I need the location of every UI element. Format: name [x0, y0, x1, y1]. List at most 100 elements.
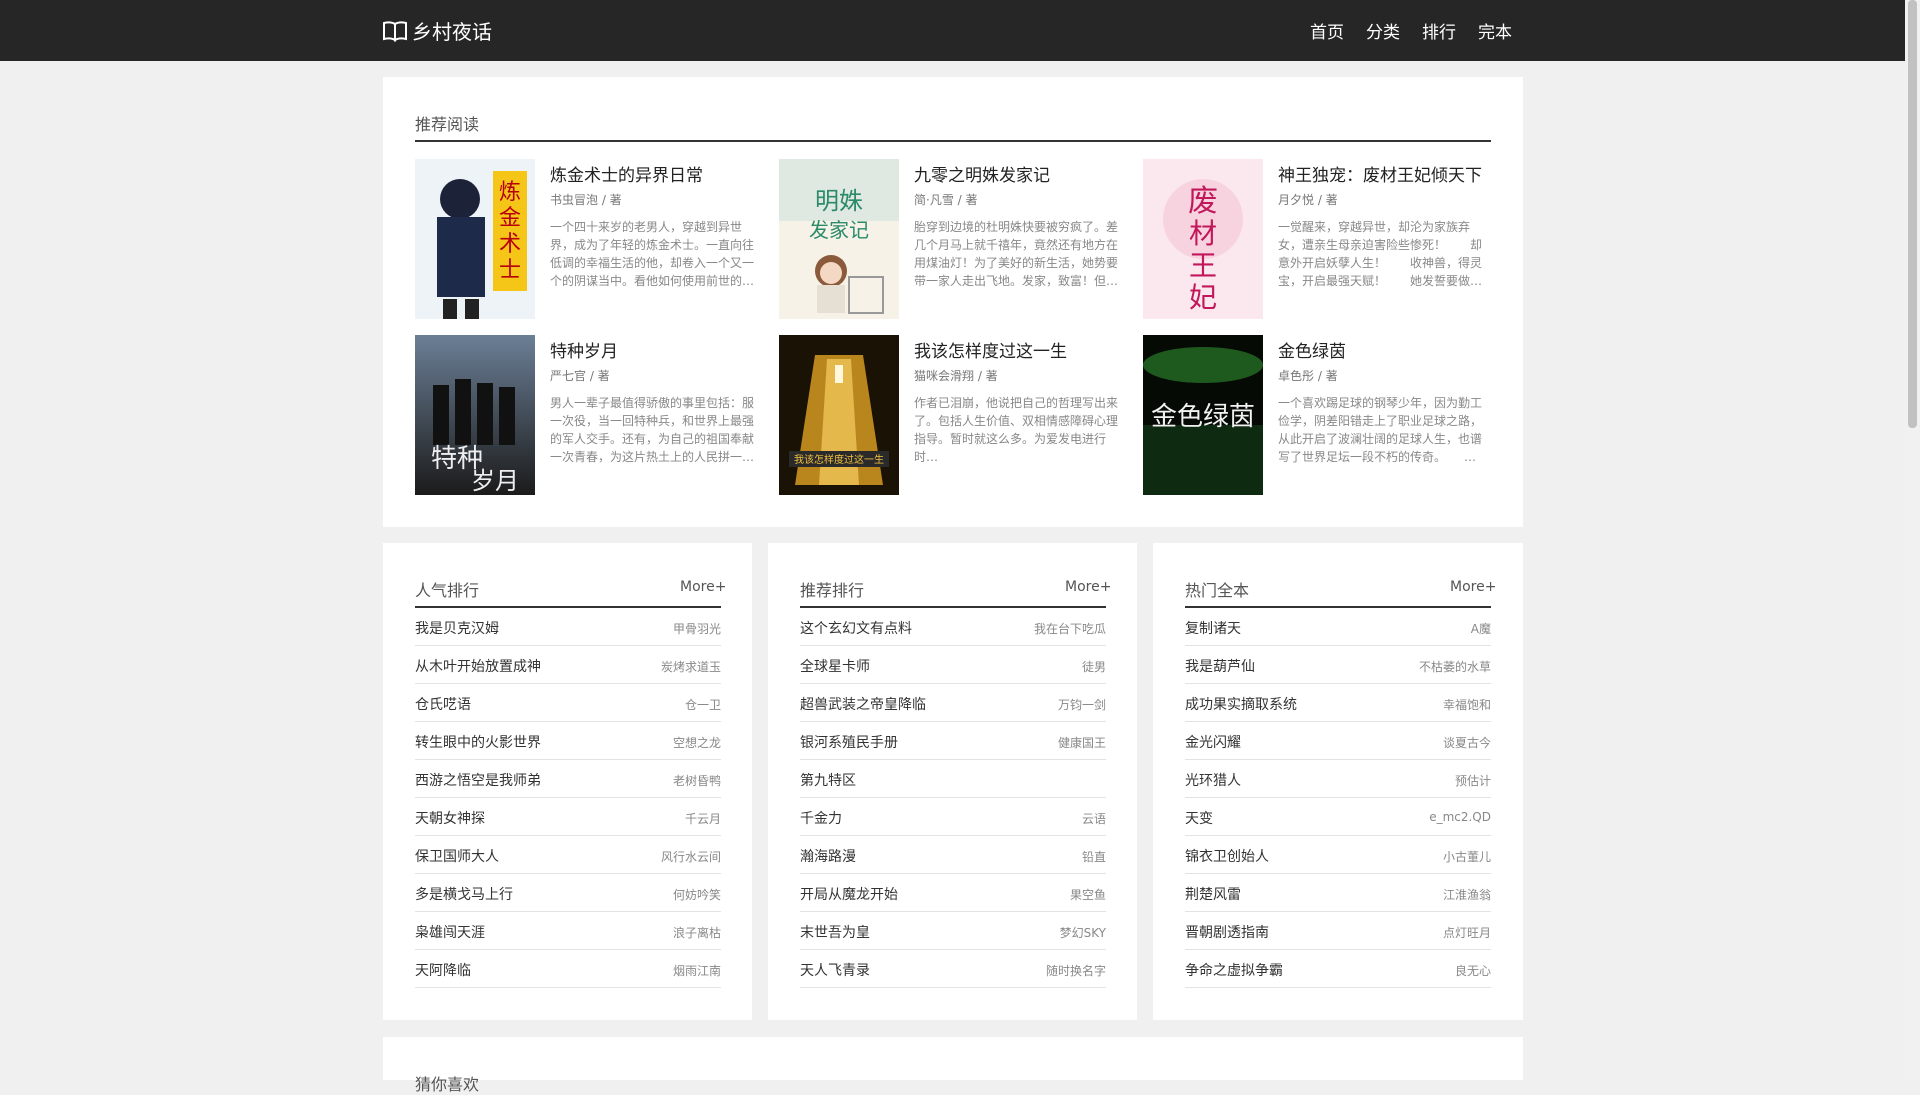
book-description: 一觉醒来，穿越异世，却沦为家族弃女，遭亲生母亲迫害险些惨死！ 却意外开启妖孽人生…	[1278, 220, 1483, 288]
list-item[interactable]: 超兽武装之帝皇降临 万钧一剑	[800, 684, 1106, 722]
list-item[interactable]: 我是葫芦仙 不枯萎的水草	[1185, 646, 1491, 684]
list-item[interactable]: 从木叶开始放置成神 炭烤求道玉	[415, 646, 721, 684]
list-item[interactable]: 末世吾为皇 梦幻SKY	[800, 912, 1106, 950]
list-item[interactable]: 成功果实摘取系统 幸福饱和	[1185, 684, 1491, 722]
list-item[interactable]: 转生眼中的火影世界 空想之龙	[415, 722, 721, 760]
book-name[interactable]: 天变	[1185, 808, 1213, 828]
book-author: 严七官 / 著	[550, 369, 610, 383]
book-name[interactable]: 成功果实摘取系统	[1185, 694, 1297, 714]
nav-home[interactable]: 首页	[1310, 18, 1366, 43]
popular-ranking-title: 人气排行	[415, 581, 480, 600]
book-name[interactable]: 超兽武装之帝皇降临	[800, 694, 926, 714]
book-name[interactable]: 转生眼中的火影世界	[415, 732, 541, 752]
nav-ranking[interactable]: 排行	[1422, 18, 1478, 43]
book-name[interactable]: 这个玄幻文有点料	[800, 618, 912, 638]
list-item[interactable]: 银河系殖民手册 健康国王	[800, 722, 1106, 760]
book-name[interactable]: 保卫国师大人	[415, 846, 499, 866]
book-cover[interactable]: 特种 岁月	[415, 335, 535, 495]
book-name[interactable]: 我是贝克汉姆	[415, 618, 499, 638]
book-name[interactable]: 仓氏呓语	[415, 694, 471, 714]
book-author: 书虫冒泡 / 著	[550, 193, 622, 207]
svg-text:炼: 炼	[499, 180, 521, 205]
book-author: 千云月	[684, 812, 721, 826]
list-item[interactable]: 多是横戈马上行 何妨吟笑	[415, 874, 721, 912]
book-name[interactable]: 银河系殖民手册	[800, 732, 898, 752]
book-name[interactable]: 锦衣卫创始人	[1185, 846, 1269, 866]
book-name[interactable]: 开局从魔龙开始	[800, 884, 898, 904]
list-item[interactable]: 这个玄幻文有点料 我在台下吃瓜	[800, 608, 1106, 646]
book-name[interactable]: 我是葫芦仙	[1185, 656, 1255, 676]
book-name[interactable]: 瀚海路漫	[800, 846, 856, 866]
list-item[interactable]: 金光闪耀 谈夏古今	[1185, 722, 1491, 760]
list-item[interactable]: 锦衣卫创始人 小古董儿	[1185, 836, 1491, 874]
book-name[interactable]: 第九特区	[800, 770, 856, 790]
list-item[interactable]: 仓氏呓语 仓一卫	[415, 684, 721, 722]
book-name[interactable]: 枭雄闯天涯	[415, 922, 485, 942]
list-item[interactable]: 天阿降临 烟雨江南	[415, 950, 721, 988]
book-author: 徒男	[1081, 660, 1106, 674]
book-name[interactable]: 千金力	[800, 808, 842, 828]
list-item[interactable]: 西游之悟空是我师弟 老树昏鸭	[415, 760, 721, 798]
book-name[interactable]: 从木叶开始放置成神	[415, 656, 541, 676]
list-item[interactable]: 枭雄闯天涯 浪子离枯	[415, 912, 721, 950]
book-author: 随时换名字	[1045, 964, 1106, 978]
book-cover[interactable]: 炼 金 术 士	[415, 159, 535, 319]
book-title[interactable]: 我该怎样度过这一生	[914, 337, 1127, 362]
site-logo-link[interactable]: 乡村夜话	[382, 0, 492, 61]
recommend-ranking-more-link[interactable]: More+	[1065, 579, 1111, 595]
book-name[interactable]: 光环猎人	[1185, 770, 1241, 790]
list-item[interactable]: 全球星卡师 徒男	[800, 646, 1106, 684]
list-item[interactable]: 晋朝剧透指南 点灯旺月	[1185, 912, 1491, 950]
book-title[interactable]: 九零之明姝发家记	[914, 161, 1127, 186]
list-item[interactable]: 复制诸天 A魔	[1185, 608, 1491, 646]
book-author: 风行水云间	[660, 850, 721, 864]
book-title[interactable]: 金色绿茵	[1278, 337, 1491, 362]
book-cover[interactable]: 金色绿茵	[1143, 335, 1263, 495]
book-name[interactable]: 晋朝剧透指南	[1185, 922, 1269, 942]
book-name[interactable]: 末世吾为皇	[800, 922, 870, 942]
book-cover[interactable]: 我该怎样度过这一生	[779, 335, 899, 495]
book-name[interactable]: 西游之悟空是我师弟	[415, 770, 541, 790]
book-author: 炭烤求道玉	[660, 660, 721, 674]
book-description: 男人一辈子最值得骄傲的事里包括：服一次役，当一回特种兵，和世界上最强的军人交手。…	[550, 396, 755, 464]
book-name[interactable]: 天朝女神探	[415, 808, 485, 828]
scrollbar-thumb[interactable]	[1908, 0, 1917, 428]
book-author: 烟雨江南	[672, 964, 721, 978]
list-item[interactable]: 光环猎人 预估计	[1185, 760, 1491, 798]
list-item[interactable]: 天人飞青录 随时换名字	[800, 950, 1106, 988]
nav-category[interactable]: 分类	[1366, 18, 1422, 43]
book-author: e_mc2.QD	[1429, 810, 1491, 824]
book-name[interactable]: 争命之虚拟争霸	[1185, 960, 1283, 980]
list-item[interactable]: 争命之虚拟争霸 良无心	[1185, 950, 1491, 988]
popular-ranking-more-link[interactable]: More+	[680, 579, 726, 595]
list-item[interactable]: 瀚海路漫 铅直	[800, 836, 1106, 874]
book-title[interactable]: 神王独宠：废材王妃倾天下	[1278, 161, 1491, 186]
hot-completed-more-link[interactable]: More+	[1450, 579, 1496, 595]
popular-ranking-list: 我是贝克汉姆 甲骨羽光 从木叶开始放置成神 炭烤求道玉 仓氏呓语 仓一卫 转生眼中的火…	[415, 608, 721, 988]
book-name[interactable]: 复制诸天	[1185, 618, 1241, 638]
list-item[interactable]: 保卫国师大人 风行水云间	[415, 836, 721, 874]
book-name[interactable]: 荆楚风雷	[1185, 884, 1241, 904]
list-item[interactable]: 开局从魔龙开始 果空鱼	[800, 874, 1106, 912]
book-title[interactable]: 炼金术士的异界日常	[550, 161, 763, 186]
list-item[interactable]: 我是贝克汉姆 甲骨羽光	[415, 608, 721, 646]
book-description: 胎穿到边境的杜明姝快要被穷疯了。差几个月马上就千禧年，竟然还有地方在用煤油灯！为…	[914, 220, 1119, 288]
list-item[interactable]: 天变 e_mc2.QD	[1185, 798, 1491, 836]
book-name[interactable]: 全球星卡师	[800, 656, 870, 676]
book-cover[interactable]: 废 材 王 妃	[1143, 159, 1263, 319]
list-item[interactable]: 荆楚风雷 江淮渔翁	[1185, 874, 1491, 912]
book-author: 小古董儿	[1442, 850, 1491, 864]
nav-completed[interactable]: 完本	[1478, 18, 1534, 43]
list-item[interactable]: 天朝女神探 千云月	[415, 798, 721, 836]
page-scrollbar[interactable]	[1905, 0, 1920, 1080]
book-name[interactable]: 多是横戈马上行	[415, 884, 513, 904]
book-name[interactable]: 天阿降临	[415, 960, 471, 980]
book-cover[interactable]: 明姝 发家记	[779, 159, 899, 319]
book-name[interactable]: 金光闪耀	[1185, 732, 1241, 752]
book-name[interactable]: 天人飞青录	[800, 960, 870, 980]
list-item[interactable]: 千金力 云语	[800, 798, 1106, 836]
book-author: 猫咪会滑翔 / 著	[914, 369, 998, 383]
book-title[interactable]: 特种岁月	[550, 337, 763, 362]
guess-you-like-title: 猜你喜欢	[415, 1075, 480, 1094]
list-item[interactable]: 第九特区	[800, 760, 1106, 798]
